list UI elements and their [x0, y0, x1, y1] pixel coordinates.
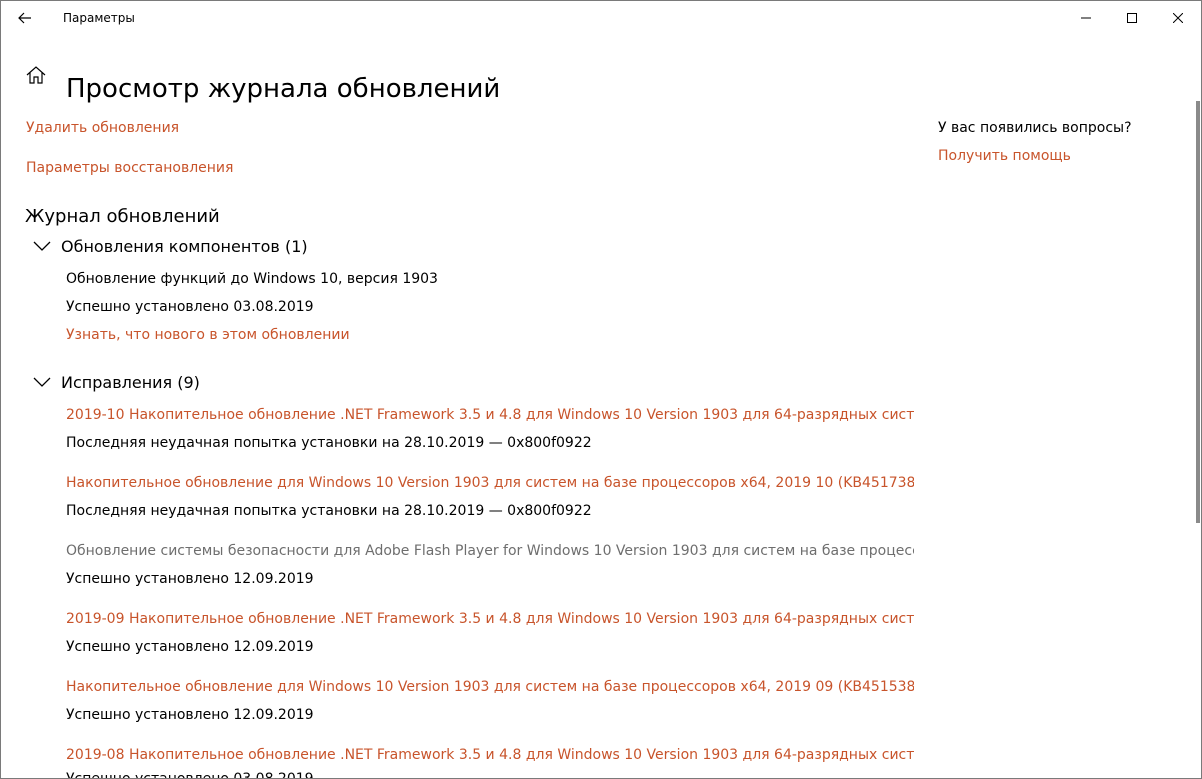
- feature-updates-group-header[interactable]: Обновления компонентов (1): [33, 234, 308, 258]
- update-status: Успешно установлено 03.08.2019: [66, 299, 314, 315]
- chevron-down-icon: [33, 241, 51, 251]
- help-question: У вас появились вопросы?: [938, 120, 1132, 136]
- update-name-disabled: Обновление системы безопасности для Adob…: [66, 543, 914, 559]
- close-icon: [1173, 13, 1183, 23]
- update-status: Успешно установлено 12.09.2019: [66, 571, 314, 587]
- update-link[interactable]: Накопительное обновление для Windows 10 …: [66, 475, 914, 491]
- maximize-icon: [1127, 13, 1137, 23]
- update-status: Успешно установлено 12.09.2019: [66, 639, 314, 655]
- update-status: Успешно установлено 03.08.2019: [66, 771, 314, 779]
- get-help-link[interactable]: Получить помощь: [938, 148, 1071, 164]
- quality-updates-group-header[interactable]: Исправления (9): [33, 370, 200, 394]
- update-link[interactable]: Накопительное обновление для Windows 10 …: [66, 679, 914, 695]
- update-link[interactable]: 2019-08 Накопительное обновление .NET Fr…: [66, 747, 914, 763]
- close-button[interactable]: [1155, 1, 1201, 35]
- whats-new-link[interactable]: Узнать, что нового в этом обновлении: [66, 327, 350, 343]
- update-history-title: Журнал обновлений: [25, 206, 220, 227]
- minimize-button[interactable]: [1063, 1, 1109, 35]
- uninstall-updates-link[interactable]: Удалить обновления: [26, 120, 179, 136]
- maximize-button[interactable]: [1109, 1, 1155, 35]
- recovery-options-link[interactable]: Параметры восстановления: [26, 160, 233, 176]
- minimize-icon: [1081, 17, 1091, 19]
- update-status: Последняя неудачная попытка установки на…: [66, 435, 592, 451]
- feature-updates-group-label: Обновления компонентов (1): [61, 236, 308, 256]
- quality-updates-group-label: Исправления (9): [61, 372, 200, 392]
- update-status: Последняя неудачная попытка установки на…: [66, 503, 592, 519]
- update-link[interactable]: 2019-10 Накопительное обновление .NET Fr…: [66, 407, 914, 423]
- update-status: Успешно установлено 12.09.2019: [66, 707, 314, 723]
- update-link[interactable]: 2019-09 Накопительное обновление .NET Fr…: [66, 611, 914, 627]
- chevron-down-icon: [33, 377, 51, 387]
- update-name: Обновление функций до Windows 10, версия…: [66, 271, 438, 287]
- scrollbar-thumb[interactable]: [1196, 101, 1200, 523]
- main-content: Удалить обновления Параметры восстановле…: [1, 1, 914, 779]
- settings-window: Параметры Просмотр журнала обновлений У …: [0, 0, 1202, 779]
